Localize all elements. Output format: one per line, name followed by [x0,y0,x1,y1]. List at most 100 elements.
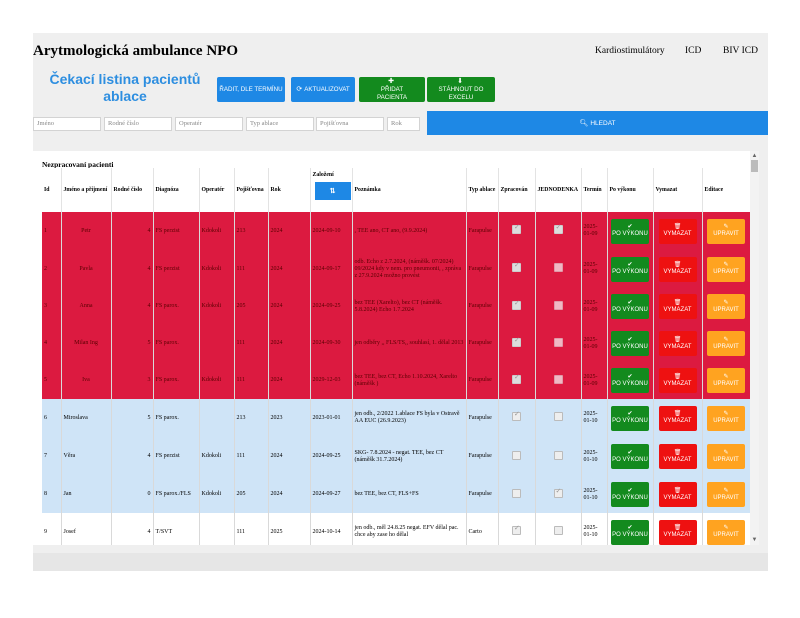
sort-by-term-button[interactable]: ŘADIT, DLE TERMÍNU [217,77,285,102]
cell-rok: 2024 [268,476,311,513]
filter-operator-input[interactable]: Operatér [175,117,243,131]
add-patient-button[interactable]: ✚ PŘIDAT PACIENTA [359,77,425,102]
upravit-button[interactable]: ✎ UPRAVIT [707,256,745,282]
zpracovan-checkbox[interactable] [512,337,521,347]
jednodenka-checkbox[interactable] [553,412,563,421]
po-vykonu-button[interactable]: ✔ PO VÝKONU [611,294,649,319]
jednodenka-checkbox[interactable] [553,224,563,234]
scroll-down-icon[interactable]: ▼ [750,537,759,543]
upravit-button[interactable]: ✎ UPRAVIT [707,218,745,244]
po-vykonu-button[interactable]: ✔ PO VÝKONU [611,368,649,393]
filter-rodne-cislo-input[interactable]: Rodné číslo [104,117,172,131]
cell-rodne-cislo: 4 [111,437,154,476]
cell-rodne-cislo: 4 [111,212,154,250]
vymazat-button[interactable]: 🗑︎ VYMAZAT [658,519,697,545]
po-vykonu-label: PO VÝKONU [612,269,648,275]
upravit-button[interactable]: ✎ UPRAVIT [707,368,745,393]
vymazat-button[interactable]: 🗑︎ VYMAZAT [658,294,697,319]
vymazat-button[interactable]: 🗑︎ VYMAZAT [658,482,697,507]
cell-name: Milan Ing [61,325,112,362]
search-button[interactable]: 🔍︎ HLEDAT [427,111,768,135]
cell-action: 🗑︎ VYMAZAT [653,325,703,362]
upravit-button[interactable]: ✎ UPRAVIT [707,519,745,545]
vymazat-button[interactable]: 🗑︎ VYMAZAT [658,218,697,244]
top-bar: Arytmologická ambulance NPO Kardiostimul… [33,33,768,71]
vymazat-button[interactable]: 🗑︎ VYMAZAT [658,405,697,431]
table-body: 1 Petr 4 FS perzist Kdokoli 213 2024 2024-09-10… [42,212,751,545]
po-vykonu-label: PO VÝKONU [612,494,648,501]
column-header: Poznámka [352,168,467,212]
zpracovan-checkbox[interactable] [512,300,521,310]
cell-zalozeni: 2023-01-01 [310,399,353,437]
cell-action: ✔ PO VÝKONU [607,513,654,545]
zpracovan-checkbox[interactable] [512,450,521,460]
filter-pojistovna-input[interactable]: Pojišťovna [316,117,384,131]
zpracovan-checkbox[interactable] [512,488,521,498]
po-vykonu-button[interactable]: ✔ PO VÝKONU [611,444,649,469]
column-header: Zpracován [498,168,536,212]
jednodenka-checkbox[interactable] [553,374,563,384]
upravit-button[interactable]: ✎ UPRAVIT [707,294,745,319]
cell-jednodenka [535,362,582,399]
po-vykonu-button[interactable]: ✔ PO VÝKONU [611,405,649,431]
scroll-up-icon[interactable]: ▲ [750,153,759,159]
jednodenka-checkbox[interactable] [553,526,563,535]
upravit-button[interactable]: ✎ UPRAVIT [707,331,745,356]
zpracovan-checkbox[interactable] [512,374,521,384]
zpracovan-checkbox[interactable] [512,262,521,272]
jednodenka-checkbox[interactable] [553,300,563,310]
cell-action: ✔ PO VÝKONU [607,325,654,362]
jednodenka-checkbox[interactable] [553,263,563,272]
cell-typ-ablace: Farapulse [466,325,499,362]
scroll-thumb[interactable] [751,160,758,172]
jednodenka-checkbox[interactable] [553,450,563,460]
po-vykonu-button[interactable]: ✔ PO VÝKONU [611,519,649,545]
filter-rok-input[interactable]: Rok [387,117,420,131]
po-vykonu-button[interactable]: ✔ PO VÝKONU [611,218,649,244]
zpracovan-checkbox[interactable] [512,525,521,535]
jednodenka-checkbox[interactable] [553,488,563,498]
pencil-icon: ✎ [723,373,729,380]
nav-biv-icd[interactable]: BIV ICD [723,46,758,56]
zpracovan-checkbox[interactable] [512,411,521,421]
refresh-label: AKTUALIZOVAT [304,85,350,93]
check-icon: ✔ [627,411,633,417]
cell-jednodenka [535,513,582,545]
filter-typ-ablace-input[interactable]: Typ ablace [246,117,314,131]
po-vykonu-button[interactable]: ✔ PO VÝKONU [611,256,649,282]
po-vykonu-button[interactable]: ✔ PO VÝKONU [611,482,649,507]
upravit-button[interactable]: ✎ UPRAVIT [707,444,745,469]
table-header: Id Jméno a příjmení Rodné číslo Diagnóza Ope… [42,168,751,212]
nav-icd[interactable]: ICD [685,46,701,56]
column-header: JEDNODENKA [535,168,582,212]
refresh-button[interactable]: ⟳ AKTUALIZOVAT [291,77,355,102]
cell-id: 3 [42,288,62,325]
vymazat-button[interactable]: 🗑︎ VYMAZAT [658,331,697,356]
cell-jednodenka [535,437,582,476]
nav-kardiostimulatory[interactable]: Kardiostimulátory [595,46,665,56]
scrollbar[interactable]: ▲ ▼ [750,151,759,545]
upravit-button[interactable]: ✎ UPRAVIT [707,482,745,507]
cell-zpracovan [498,476,536,513]
download-excel-button[interactable]: ⬇ STÁHNOUT DO EXCELU [427,77,495,102]
cell-id: 8 [42,476,62,513]
jednodenka-checkbox[interactable] [553,337,563,347]
vymazat-button[interactable]: 🗑︎ VYMAZAT [658,368,697,393]
vymazat-label: VYMAZAT [663,380,692,387]
cell-rodne-cislo: 4 [111,513,154,545]
po-vykonu-label: PO VÝKONU [612,456,648,463]
cell-pojistovna: 213 [234,212,269,250]
pencil-icon: ✎ [723,262,729,268]
filter-jmeno-input[interactable]: Jméno [33,117,101,131]
cell-typ-ablace: Farapulse [466,288,499,325]
cell-rok: 2025 [268,513,311,545]
footer-bar [33,553,768,571]
cell-operator: Kdokoli [199,212,235,250]
upravit-button[interactable]: ✎ UPRAVIT [707,405,745,431]
zpracovan-checkbox[interactable] [512,224,521,234]
sort-zalozeni-icon[interactable]: ⇅ [314,182,351,200]
cell-pojistovna: 205 [234,476,269,513]
vymazat-button[interactable]: 🗑︎ VYMAZAT [658,444,697,469]
vymazat-button[interactable]: 🗑︎ VYMAZAT [658,256,697,282]
po-vykonu-button[interactable]: ✔ PO VÝKONU [611,331,649,356]
